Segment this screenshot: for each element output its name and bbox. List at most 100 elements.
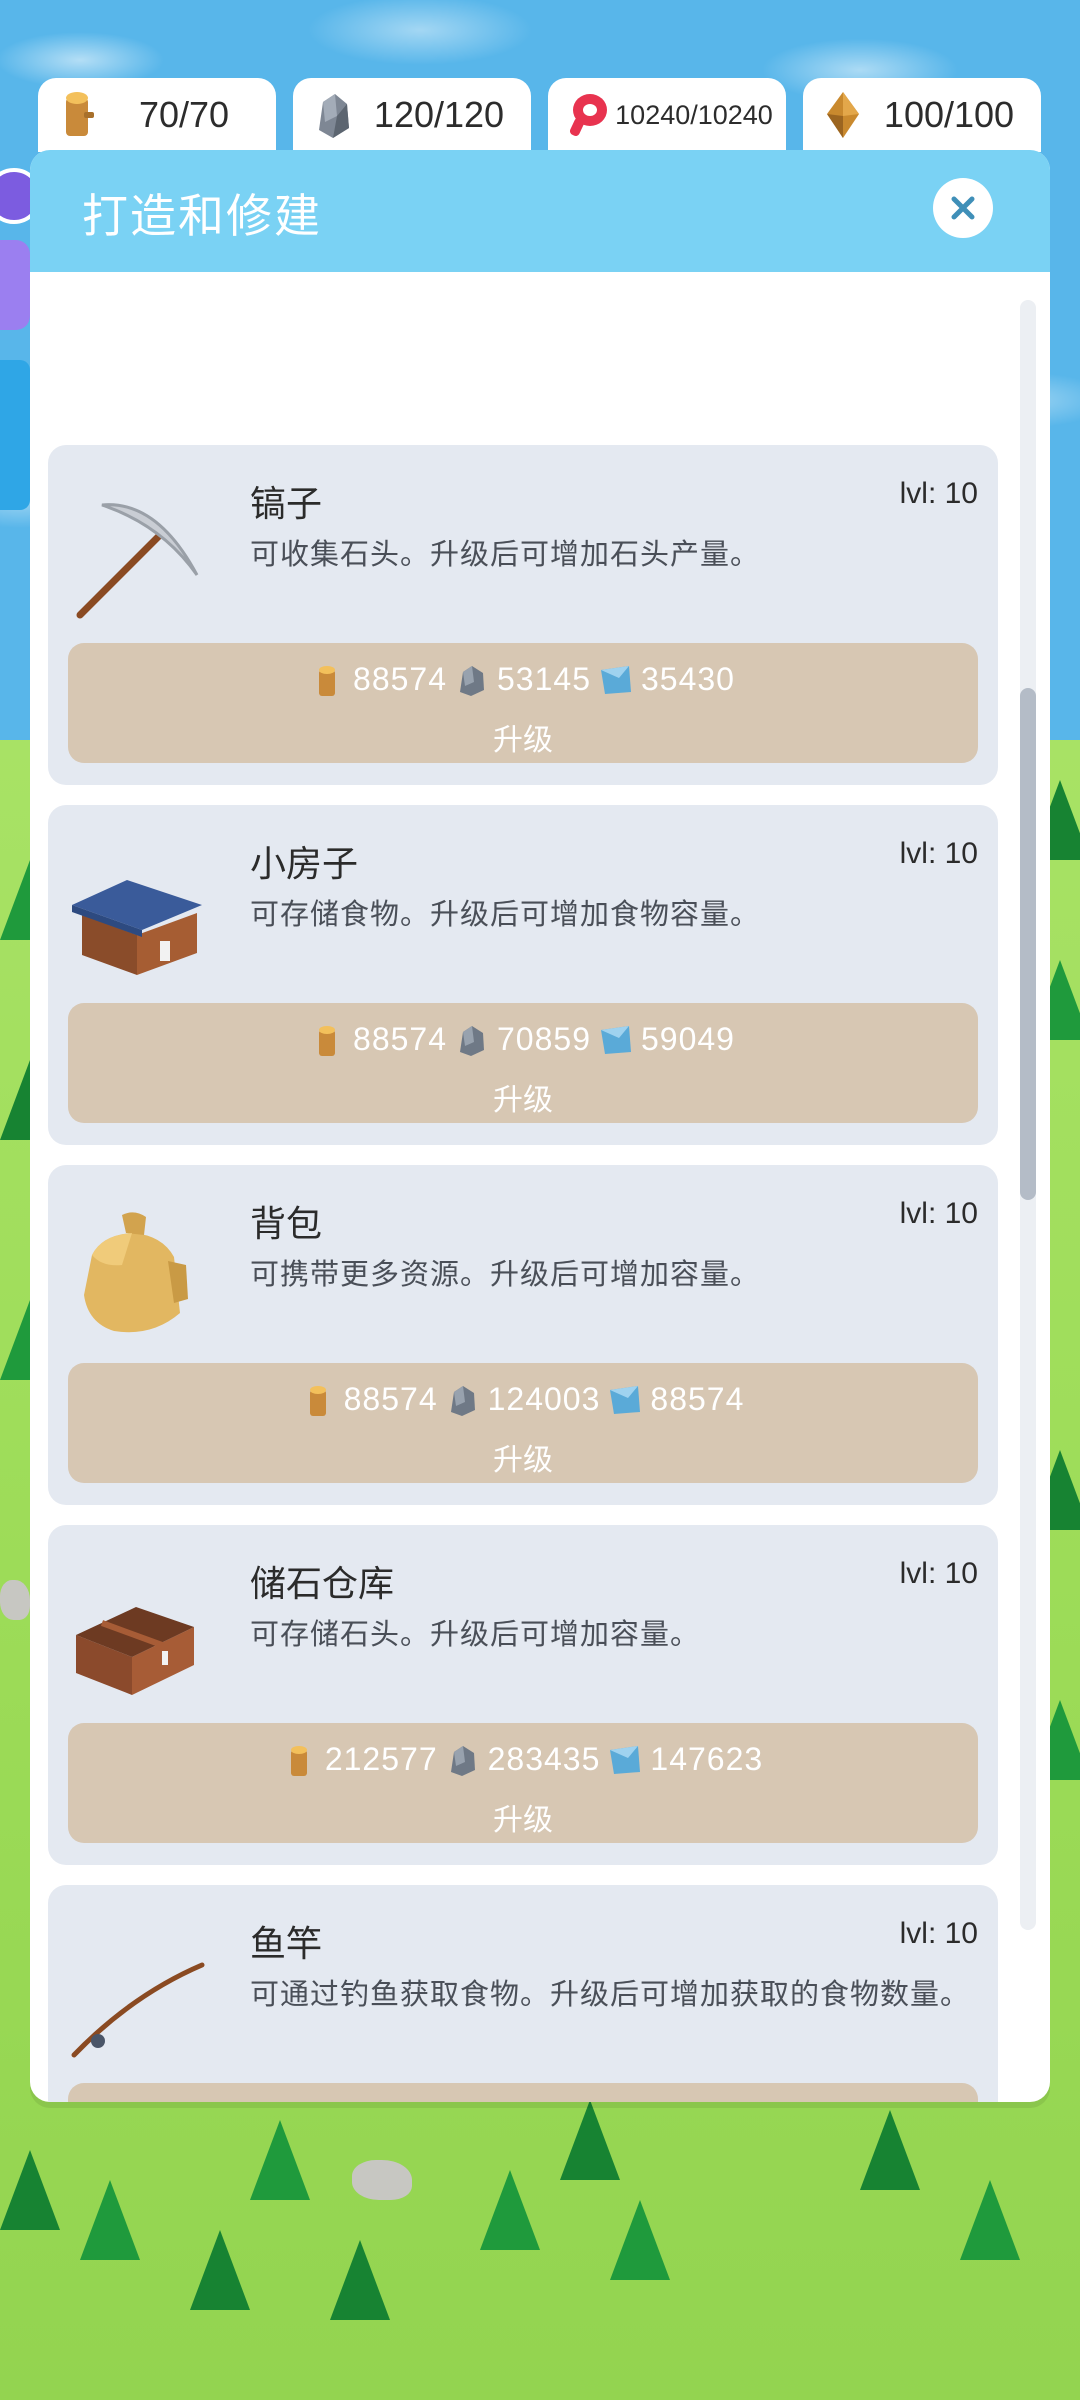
wood-log-icon [319, 1025, 336, 1056]
stone-icon [450, 1385, 475, 1416]
backpack-icon [84, 1212, 188, 1333]
card-description: 可携带更多资源。升级后可增加容量。 [250, 1257, 761, 1291]
stone-icon [456, 2102, 490, 2103]
upgrade-card-stone-storage: 储石仓库 lvl: 10 可存储石头。升级后可增加容量。 212577 2834… [48, 1525, 998, 1865]
upgrade-button[interactable]: 88574 124003 88574 升级 [68, 1363, 978, 1483]
tree [330, 2240, 390, 2320]
card-title: 小房子 [250, 844, 359, 885]
upgrade-card-backpack: 背包 lvl: 10 可携带更多资源。升级后可增加容量。 88574 12400… [48, 1165, 998, 1505]
rock [0, 1580, 30, 1620]
stone-icon [450, 1745, 475, 1776]
card-title: 储石仓库 [250, 1564, 395, 1605]
cost-row: 212577 283435 147623 [68, 1741, 978, 1778]
cost-row: 88574 70859 59049 [68, 1021, 978, 1058]
card-level: lvl: 10 [899, 477, 978, 510]
close-button[interactable] [933, 178, 993, 238]
cost-cloth: 59049 [599, 1021, 735, 1058]
upgrade-list[interactable]: 镐子 lvl: 10 可收集石头。升级后可增加石头产量。 88574 53145… [30, 288, 1050, 2102]
cost-stone: 88574 [456, 2101, 592, 2102]
cost-wood: 212577 [283, 1741, 438, 1778]
cloth-icon [600, 1025, 631, 1054]
wood-log-icon [309, 1385, 326, 1416]
upgrade-button[interactable]: 88574 53145 35430 升级 [68, 643, 978, 763]
wood-log-icon [319, 665, 336, 696]
card-title: 鱼竿 [250, 1924, 323, 1965]
tree [250, 2120, 310, 2200]
amber-crystal-icon [827, 92, 859, 138]
upgrade-card-fishing-rod: 鱼竿 lvl: 10 可通过钓鱼获取食物。升级后可增加获取的食物数量。 2657… [48, 1885, 998, 2102]
cost-wood: 88574 [311, 661, 447, 698]
pickaxe-icon [76, 503, 199, 619]
cost-stone: 70859 [455, 1021, 591, 1058]
card-level: lvl: 10 [899, 1197, 978, 1230]
cost-cloth: 35430 [599, 661, 735, 698]
stone-icon [460, 1025, 484, 1056]
side-tab[interactable] [0, 360, 30, 510]
cost-cloth: 88574 [608, 1381, 744, 1418]
close-icon [951, 196, 975, 220]
upgrade-card-pickaxe: 镐子 lvl: 10 可收集石头。升级后可增加石头产量。 88574 53145… [48, 445, 998, 785]
resource-meat: 10240/10240 [548, 78, 786, 152]
wood-log-icon [66, 92, 94, 136]
cost-cloth: 118098 [600, 2101, 752, 2102]
card-title: 背包 [250, 1204, 323, 1245]
upgrade-card-house: 小房子 lvl: 10 可存储食物。升级后可增加食物容量。 88574 7085… [48, 805, 998, 1145]
cost-cloth: 147623 [608, 1741, 763, 1778]
tree [480, 2170, 540, 2250]
tree [960, 2180, 1020, 2260]
wood-log-icon [293, 2102, 327, 2103]
modal-header: 打造和修建 [30, 150, 1050, 272]
upgrade-button[interactable]: 212577 283435 147623 升级 [68, 1723, 978, 1843]
card-level: lvl: 10 [899, 1917, 978, 1950]
stone-icon [460, 665, 484, 696]
card-description: 可存储石头。升级后可增加容量。 [250, 1617, 701, 1651]
card-description: 可存储食物。升级后可增加食物容量。 [250, 897, 761, 931]
card-level: lvl: 10 [899, 1557, 978, 1590]
tree [610, 2200, 670, 2280]
resource-value: 10240/10240 [615, 99, 773, 130]
resource-value: 120/120 [373, 94, 505, 135]
upgrade-label: 升级 [493, 1443, 553, 1478]
cost-row: 88574 53145 35430 [68, 661, 978, 698]
rock [352, 2160, 412, 2200]
tree [190, 2230, 250, 2310]
resource-wood: 70/70 [38, 78, 276, 152]
fishing-rod-icon [71, 1962, 205, 2058]
cloth-icon [600, 2102, 634, 2103]
cost-stone: 124003 [446, 1381, 601, 1418]
meat-icon [569, 94, 607, 136]
upgrade-button[interactable]: 88574 70859 59049 升级 [68, 1003, 978, 1123]
build-modal: 打造和修建 镐子 lvl: 10 可收集石头。升级后可增加石头产量。 88574 [30, 150, 1050, 2102]
cost-stone: 53145 [455, 661, 591, 698]
wood-log-icon [290, 1745, 307, 1776]
resource-value: 100/100 [883, 94, 1015, 135]
cloth-icon [600, 665, 631, 694]
cost-row: 88574 124003 88574 [68, 1381, 978, 1418]
stone-storage-icon [76, 1607, 194, 1695]
resource-amber: 100/100 [803, 78, 1041, 152]
side-tab[interactable] [0, 240, 30, 330]
upgrade-label: 升级 [493, 723, 553, 758]
card-description: 可通过钓鱼获取食物。升级后可增加获取的食物数量。 [250, 1977, 971, 2011]
card-level: lvl: 10 [899, 837, 978, 870]
tree [0, 2150, 60, 2230]
house-icon [72, 880, 202, 975]
cost-wood: 88574 [311, 1021, 447, 1058]
tree [860, 2110, 920, 2190]
stone-icon [319, 94, 349, 138]
cloth-icon [610, 1745, 641, 1774]
modal-title: 打造和修建 [82, 189, 322, 243]
tree [560, 2100, 620, 2180]
card-description: 可收集石头。升级后可增加石头产量。 [250, 537, 761, 571]
resource-value: 70/70 [138, 94, 230, 135]
resource-stone: 120/120 [293, 78, 531, 152]
upgrade-button[interactable]: 265721 88574 118098 升级 [68, 2083, 978, 2102]
scrollbar-thumb[interactable] [1020, 688, 1036, 1200]
cost-wood: 265721 [293, 2101, 448, 2102]
cost-row: 265721 88574 118098 [68, 2101, 978, 2102]
upgrade-label: 升级 [493, 1083, 553, 1118]
cloth-icon [610, 1385, 641, 1414]
cost-wood: 88574 [302, 1381, 438, 1418]
upgrade-label: 升级 [493, 1803, 553, 1838]
cost-stone: 283435 [446, 1741, 601, 1778]
